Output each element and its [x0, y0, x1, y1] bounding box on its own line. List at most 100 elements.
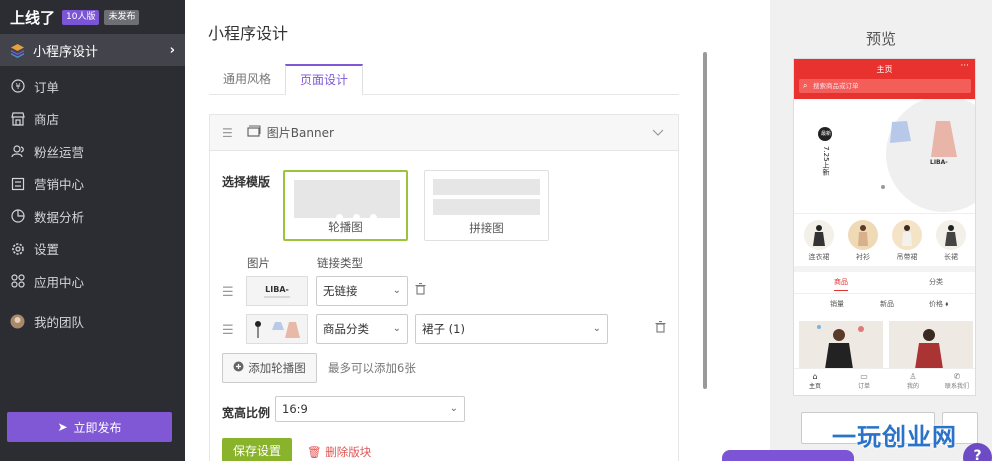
tab-page-design[interactable]: 页面设计 [285, 64, 363, 96]
publish-button[interactable]: ➤ 立即发布 [7, 412, 172, 442]
drag-handle-icon[interactable]: ☰ [222, 285, 234, 300]
ratio-select[interactable]: 16:9 ⌄ [275, 396, 465, 422]
brand: 上线了 10人版 未发布 [0, 0, 185, 34]
chevron-right-icon: › [169, 42, 175, 58]
plus-circle-icon [233, 361, 244, 375]
image-icon [247, 125, 261, 140]
more-icon: ··· [960, 61, 969, 71]
phone-header: 主页 ··· 搜索商品或订单 [794, 59, 975, 99]
sidebar-item-label: 粉丝运营 [34, 144, 85, 160]
sidebar-item-label: 订单 [34, 79, 60, 95]
template-label: 选择模版 [222, 175, 271, 189]
sidebar-item-label: 我的团队 [34, 315, 85, 331]
panel-title: 图片Banner [266, 126, 334, 140]
banner-thumbnail[interactable]: LIBA- [246, 276, 308, 306]
chevron-down-icon: ⌄ [392, 285, 401, 296]
template-carousel[interactable]: 轮播图 [283, 170, 408, 241]
col-link-type-header: 链接类型 [317, 256, 363, 270]
chevron-down-icon: ⌄ [449, 403, 458, 414]
sort-sales: 销量 [830, 300, 844, 308]
add-carousel-button[interactable]: 添加轮播图 [222, 353, 317, 383]
template-label-carousel: 轮播图 [328, 220, 363, 234]
phone-tabbar-contact: ✆ 联系我们 [942, 372, 972, 390]
chevron-down-icon: ⌄ [592, 323, 601, 334]
ratio-value: 16:9 [282, 402, 308, 416]
phone-icon: ✆ [953, 372, 961, 381]
scrollbar[interactable] [703, 52, 707, 389]
phone-search: 搜索商品或订单 [799, 79, 971, 93]
banner-tag: 最新 [821, 131, 832, 137]
col-image-header: 图片 [247, 256, 270, 270]
phone-tabbar-mine: ♙ 我的 [898, 372, 928, 390]
link-target-select[interactable]: 裙子 (1) ⌄ [415, 314, 608, 344]
sidebar-item-settings[interactable]: 设置 [0, 233, 185, 266]
phone-tab-goods: 商品 [834, 277, 848, 291]
trash-icon[interactable] [655, 320, 666, 336]
delete-block-link[interactable]: 🗑 删除版块 [307, 444, 371, 460]
tab-general-style[interactable]: 通用风格 [223, 64, 271, 95]
document-icon: ▭ [860, 372, 868, 381]
banner-date: 7.25上新 [822, 146, 830, 176]
sidebar-item-fans[interactable]: 粉丝运营 [0, 135, 185, 168]
trash-icon[interactable] [415, 282, 426, 298]
phone-categories: 连衣裙 衬衫 吊带裙 长裙 [794, 214, 975, 272]
sidebar-item-team[interactable]: 我的团队 [0, 306, 185, 339]
goods-item [799, 321, 883, 369]
publish-label: 立即发布 [73, 420, 122, 435]
drag-handle-icon[interactable]: ☰ [222, 126, 233, 140]
sidebar-item-label: 营销中心 [34, 177, 85, 193]
chevron-down-icon[interactable] [652, 126, 664, 140]
template-grid[interactable]: 拼接图 [424, 170, 549, 241]
link-type-select[interactable]: 商品分类 ⌄ [316, 314, 408, 344]
rocket-icon: ➤ [57, 420, 68, 434]
sidebar-item-analytics[interactable]: 数据分析 [0, 200, 185, 233]
panel-header[interactable]: ☰ 图片Banner [210, 115, 678, 151]
marketing-icon [10, 176, 25, 191]
svg-text:¥: ¥ [15, 82, 20, 91]
banner-brand: LIBA- [930, 159, 948, 166]
sidebar-item-label: 小程序设计 [33, 44, 99, 60]
category-item: 衬衫 [842, 220, 884, 262]
link-target-value: 裙子 (1) [422, 322, 465, 336]
brand-name: 上线了 [10, 8, 56, 27]
pie-chart-icon [10, 209, 25, 224]
sidebar-item-label: 应用中心 [34, 274, 85, 290]
gear-icon [10, 241, 25, 256]
category-item: 长裙 [930, 220, 972, 262]
phone-banner: 最新 7.25上新 LIBA- [794, 99, 975, 214]
drag-handle-icon[interactable]: ☰ [222, 323, 234, 338]
phone-tabs: 商品 分类 [794, 272, 975, 294]
phone-header-title: 主页 [876, 65, 893, 74]
sidebar-item-orders[interactable]: ¥ 订单 [0, 70, 185, 103]
sidebar-item-label: 数据分析 [34, 209, 85, 225]
save-settings-button[interactable]: 保存设置 [222, 438, 292, 461]
apps-icon [10, 274, 25, 289]
category-name: 吊带裙 [896, 253, 918, 261]
goods-item [889, 321, 973, 369]
status-badge: 未发布 [104, 9, 140, 25]
phone-sort-bar: 销量 新品 价格 ⬧ [794, 294, 975, 314]
watermark-logo: 一玩创业网 [832, 422, 957, 451]
team-avatar-icon [10, 314, 25, 329]
phone-goods [794, 321, 975, 369]
banner-thumbnail[interactable] [246, 314, 308, 344]
yen-circle-icon: ¥ [10, 79, 25, 94]
link-type-value: 无链接 [323, 284, 358, 298]
main-content: 小程序设计 通用风格 页面设计 ☰ 图片Banner 选择模版 轮播图 拼接图 … [185, 0, 770, 461]
banner-row: ☰ LIBA- 无链接 ⌄ [210, 276, 678, 308]
link-type-select[interactable]: 无链接 ⌄ [316, 276, 408, 306]
page-title: 小程序设计 [208, 24, 289, 43]
layers-icon [10, 43, 25, 58]
sidebar-item-marketing[interactable]: 营销中心 [0, 168, 185, 201]
category-item: 吊带裙 [886, 220, 928, 262]
user-icon: ♙ [909, 372, 917, 381]
ratio-label: 宽高比例 [222, 406, 271, 420]
sort-new: 新品 [880, 300, 894, 308]
sidebar-item-miniprogram-design[interactable]: 小程序设计 › [0, 34, 185, 66]
phone-tab-category: 分类 [929, 278, 943, 286]
home-icon: ⌂ [812, 372, 818, 381]
phone-tabbar-home: ⌂ 主页 [800, 372, 830, 390]
sidebar-item-store[interactable]: 商店 [0, 103, 185, 136]
sidebar-item-apps[interactable]: 应用中心 [0, 265, 185, 298]
trash-icon: 🗑 [307, 445, 322, 459]
